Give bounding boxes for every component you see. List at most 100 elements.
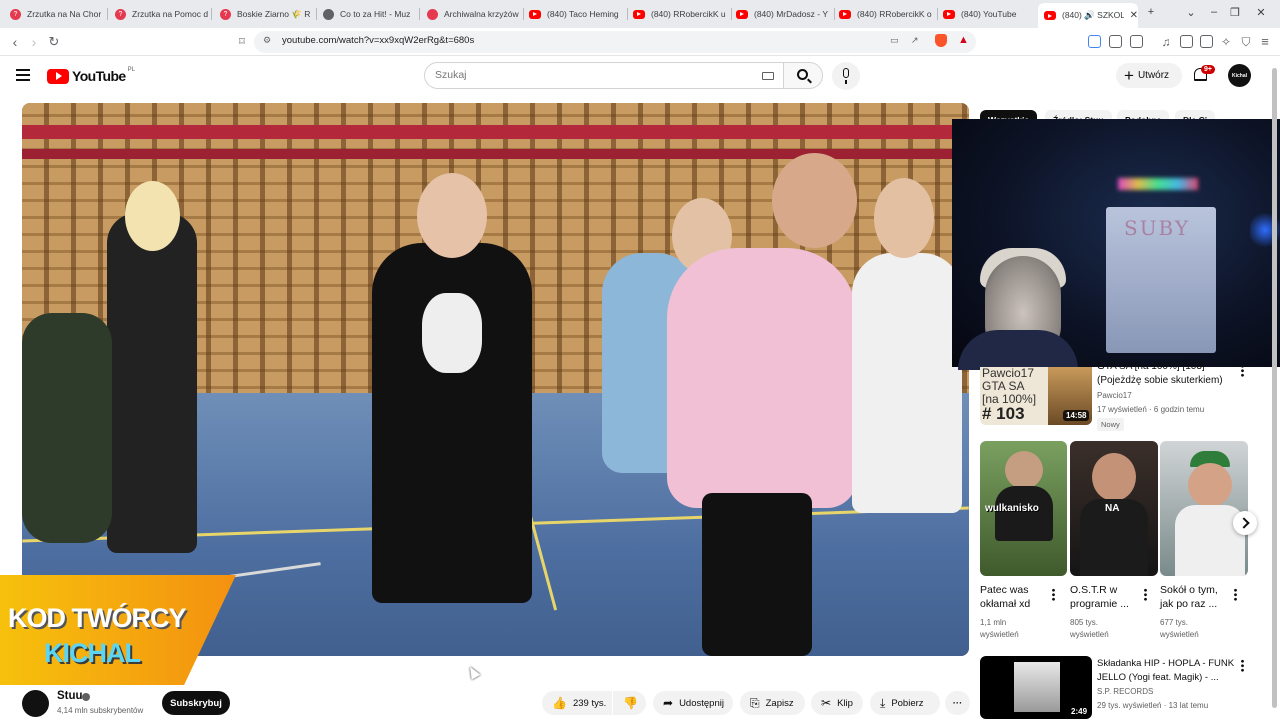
zrzutka-icon: ? xyxy=(10,8,21,20)
browser-tab[interactable]: Archiwalna krzyżów xyxy=(421,4,521,24)
minimize-icon[interactable]: – xyxy=(1206,6,1222,18)
save-bookmark-icon: ⎘ xyxy=(750,696,760,710)
video-channel[interactable]: S.P. RECORDS xyxy=(1097,686,1153,698)
browser-tab[interactable]: ? Boskie Ziarno 🌾 R xyxy=(214,4,314,24)
shelf-next-button[interactable] xyxy=(1233,511,1257,535)
page-scrollbar[interactable] xyxy=(1272,68,1277,708)
short-thumbnail-face xyxy=(1092,453,1136,501)
youtube-icon xyxy=(736,9,748,19)
short-views: 1,1 mln wyświetleń xyxy=(980,618,1019,639)
browser-tab[interactable]: (840) RRobercikK u xyxy=(627,4,729,24)
notification-badge: 9+ xyxy=(1201,65,1215,74)
more-vert-icon[interactable] xyxy=(1144,588,1147,601)
close-window-icon[interactable]: ✕ xyxy=(1253,6,1269,19)
subscribe-button[interactable]: Subskrybuj xyxy=(162,691,230,715)
person-silhouette xyxy=(702,493,812,656)
screenshot-icon[interactable] xyxy=(1130,35,1143,48)
video-channel[interactable]: Pawcio17 xyxy=(1097,390,1132,402)
dislike-button[interactable]: 👎 xyxy=(613,691,646,715)
subscriber-count: 4,14 mln subskrybentów xyxy=(57,706,144,715)
browser-tab[interactable]: ? Zrzutka na Na Chor xyxy=(4,4,104,24)
person-head xyxy=(125,181,180,251)
video-title[interactable]: GTA SA [na 100%] [103] (Pojeżdżę sobie sk… xyxy=(1097,360,1237,388)
short-overlay-text: NA xyxy=(1105,503,1120,514)
more-vert-icon[interactable] xyxy=(1234,588,1237,601)
browser-tab[interactable]: (840) RRobercikK o xyxy=(833,4,935,24)
like-button[interactable]: 👍 239 tys. xyxy=(542,691,612,715)
short-views: 805 tys. wyświetleń xyxy=(1070,618,1109,639)
user-avatar[interactable]: Kichal xyxy=(1228,64,1251,87)
tab-search-icon[interactable]: ⌄ xyxy=(1183,6,1199,19)
address-bar[interactable]: ⚙ youtube.com/watch?v=xx9xqW2erRg&t=680s… xyxy=(254,31,976,53)
short-title[interactable]: Sokół o tym, jak po raz ... xyxy=(1160,583,1232,611)
person-silhouette xyxy=(107,213,197,553)
video-meta: 29 tys. wyświetleń · 13 lat temu xyxy=(1097,701,1209,710)
video-player[interactable] xyxy=(22,103,969,656)
short-views: 677 tys. wyświetleń xyxy=(1160,618,1199,639)
short-thumbnail[interactable]: wulkanisko xyxy=(980,441,1067,576)
brave-rewards-icon[interactable]: ▲ xyxy=(958,34,969,46)
short-title[interactable]: Patec was okłamał xd xyxy=(980,583,1050,611)
browser-tab[interactable]: Co to za Hit! - Muz xyxy=(317,4,417,24)
youtube-icon xyxy=(1044,11,1056,20)
share-button[interactable]: ➦ Udostępnij xyxy=(653,691,733,715)
video-title[interactable]: Składanka HIP - HOPLA - FUNK JELLO (Yogi … xyxy=(1097,657,1237,685)
browser-toolbar: ‹ › ↻ ⌑ ⚙ youtube.com/watch?v=xx9xqW2erR… xyxy=(0,28,1280,56)
more-vert-icon[interactable] xyxy=(1052,588,1055,601)
browser-tab[interactable]: (840) YouTube xyxy=(937,4,1037,24)
download-button[interactable]: ⤓ Pobierz xyxy=(870,691,940,715)
scissors-icon: ✂ xyxy=(821,696,832,710)
short-thumbnail[interactable] xyxy=(1160,441,1248,576)
hamburger-menu-icon[interactable] xyxy=(16,69,30,81)
save-button[interactable]: ⎘ Zapisz xyxy=(740,691,805,715)
thumbnail-text: Pawcio17 GTA SA [na 100%] xyxy=(982,367,1037,406)
brave-shields-icon[interactable] xyxy=(935,34,947,47)
more-actions-button[interactable]: ··· xyxy=(945,691,970,715)
sidebar-toggle-icon[interactable] xyxy=(1180,35,1193,48)
new-tab-button[interactable]: + xyxy=(1143,6,1159,18)
share-page-icon[interactable]: ↗ xyxy=(911,35,919,46)
more-vert-icon[interactable] xyxy=(1241,364,1244,377)
browser-menu-icon[interactable]: ≡ xyxy=(1256,33,1274,51)
short-thumbnail-face xyxy=(1188,463,1232,507)
cast-icon[interactable]: ▭ xyxy=(890,35,899,46)
search-button[interactable] xyxy=(783,62,823,89)
media-control-icon[interactable]: ♫ xyxy=(1157,33,1175,51)
bookmark-icon[interactable]: ⌑ xyxy=(233,33,251,51)
keyboard-icon[interactable] xyxy=(762,72,774,80)
short-thumbnail[interactable]: NA xyxy=(1070,441,1158,576)
vpn-icon[interactable]: ⛉ xyxy=(1237,33,1255,51)
youtube-logo[interactable]: YouTube PL xyxy=(47,67,135,84)
channel-avatar[interactable] xyxy=(22,690,49,717)
puzzle-icon xyxy=(427,8,438,20)
video-duration: 2:49 xyxy=(1068,706,1091,717)
clip-button[interactable]: ✂ Klip xyxy=(811,691,863,715)
thumbnail-episode: # 103 xyxy=(982,404,1025,423)
create-button[interactable]: + Utwórz xyxy=(1116,63,1182,88)
browser-tab[interactable]: (840) MrDadosz - Y xyxy=(730,4,832,24)
short-title[interactable]: O.S.T.R w programie ... xyxy=(1070,583,1142,611)
search-box[interactable] xyxy=(424,62,784,89)
forward-icon[interactable]: › xyxy=(25,33,43,51)
more-vert-icon[interactable] xyxy=(1241,659,1244,672)
close-tab-icon[interactable]: ✕ xyxy=(1130,10,1138,21)
browser-tab[interactable]: (840) Taco Heming xyxy=(523,4,625,24)
reload-icon[interactable]: ↻ xyxy=(45,33,63,51)
voice-search-button[interactable] xyxy=(832,62,860,90)
browser-tab[interactable]: ? Zrzutka na Pomoc d xyxy=(109,4,209,24)
short-thumbnail-face xyxy=(1005,451,1043,489)
translate-icon[interactable] xyxy=(1088,35,1101,48)
maximize-icon[interactable]: ❐ xyxy=(1227,6,1243,19)
url-text[interactable]: youtube.com/watch?v=xx9xqW2erRg&t=680s xyxy=(282,35,474,46)
site-settings-icon[interactable]: ⚙ xyxy=(263,35,271,46)
search-input[interactable] xyxy=(435,69,735,81)
wallet-icon[interactable] xyxy=(1200,35,1213,48)
channel-name[interactable]: Stuu xyxy=(57,690,83,702)
extension-icon[interactable] xyxy=(1109,35,1122,48)
microphone-icon xyxy=(843,68,849,84)
leo-ai-icon[interactable]: ✧ xyxy=(1217,33,1235,51)
share-icon: ➦ xyxy=(663,696,674,710)
creator-code-overlay: KOD TWÓRCY KICHAL xyxy=(0,575,236,685)
browser-tab-active[interactable]: (840) 🔊 SZKOL ✕ xyxy=(1038,3,1138,28)
back-icon[interactable]: ‹ xyxy=(6,33,24,51)
